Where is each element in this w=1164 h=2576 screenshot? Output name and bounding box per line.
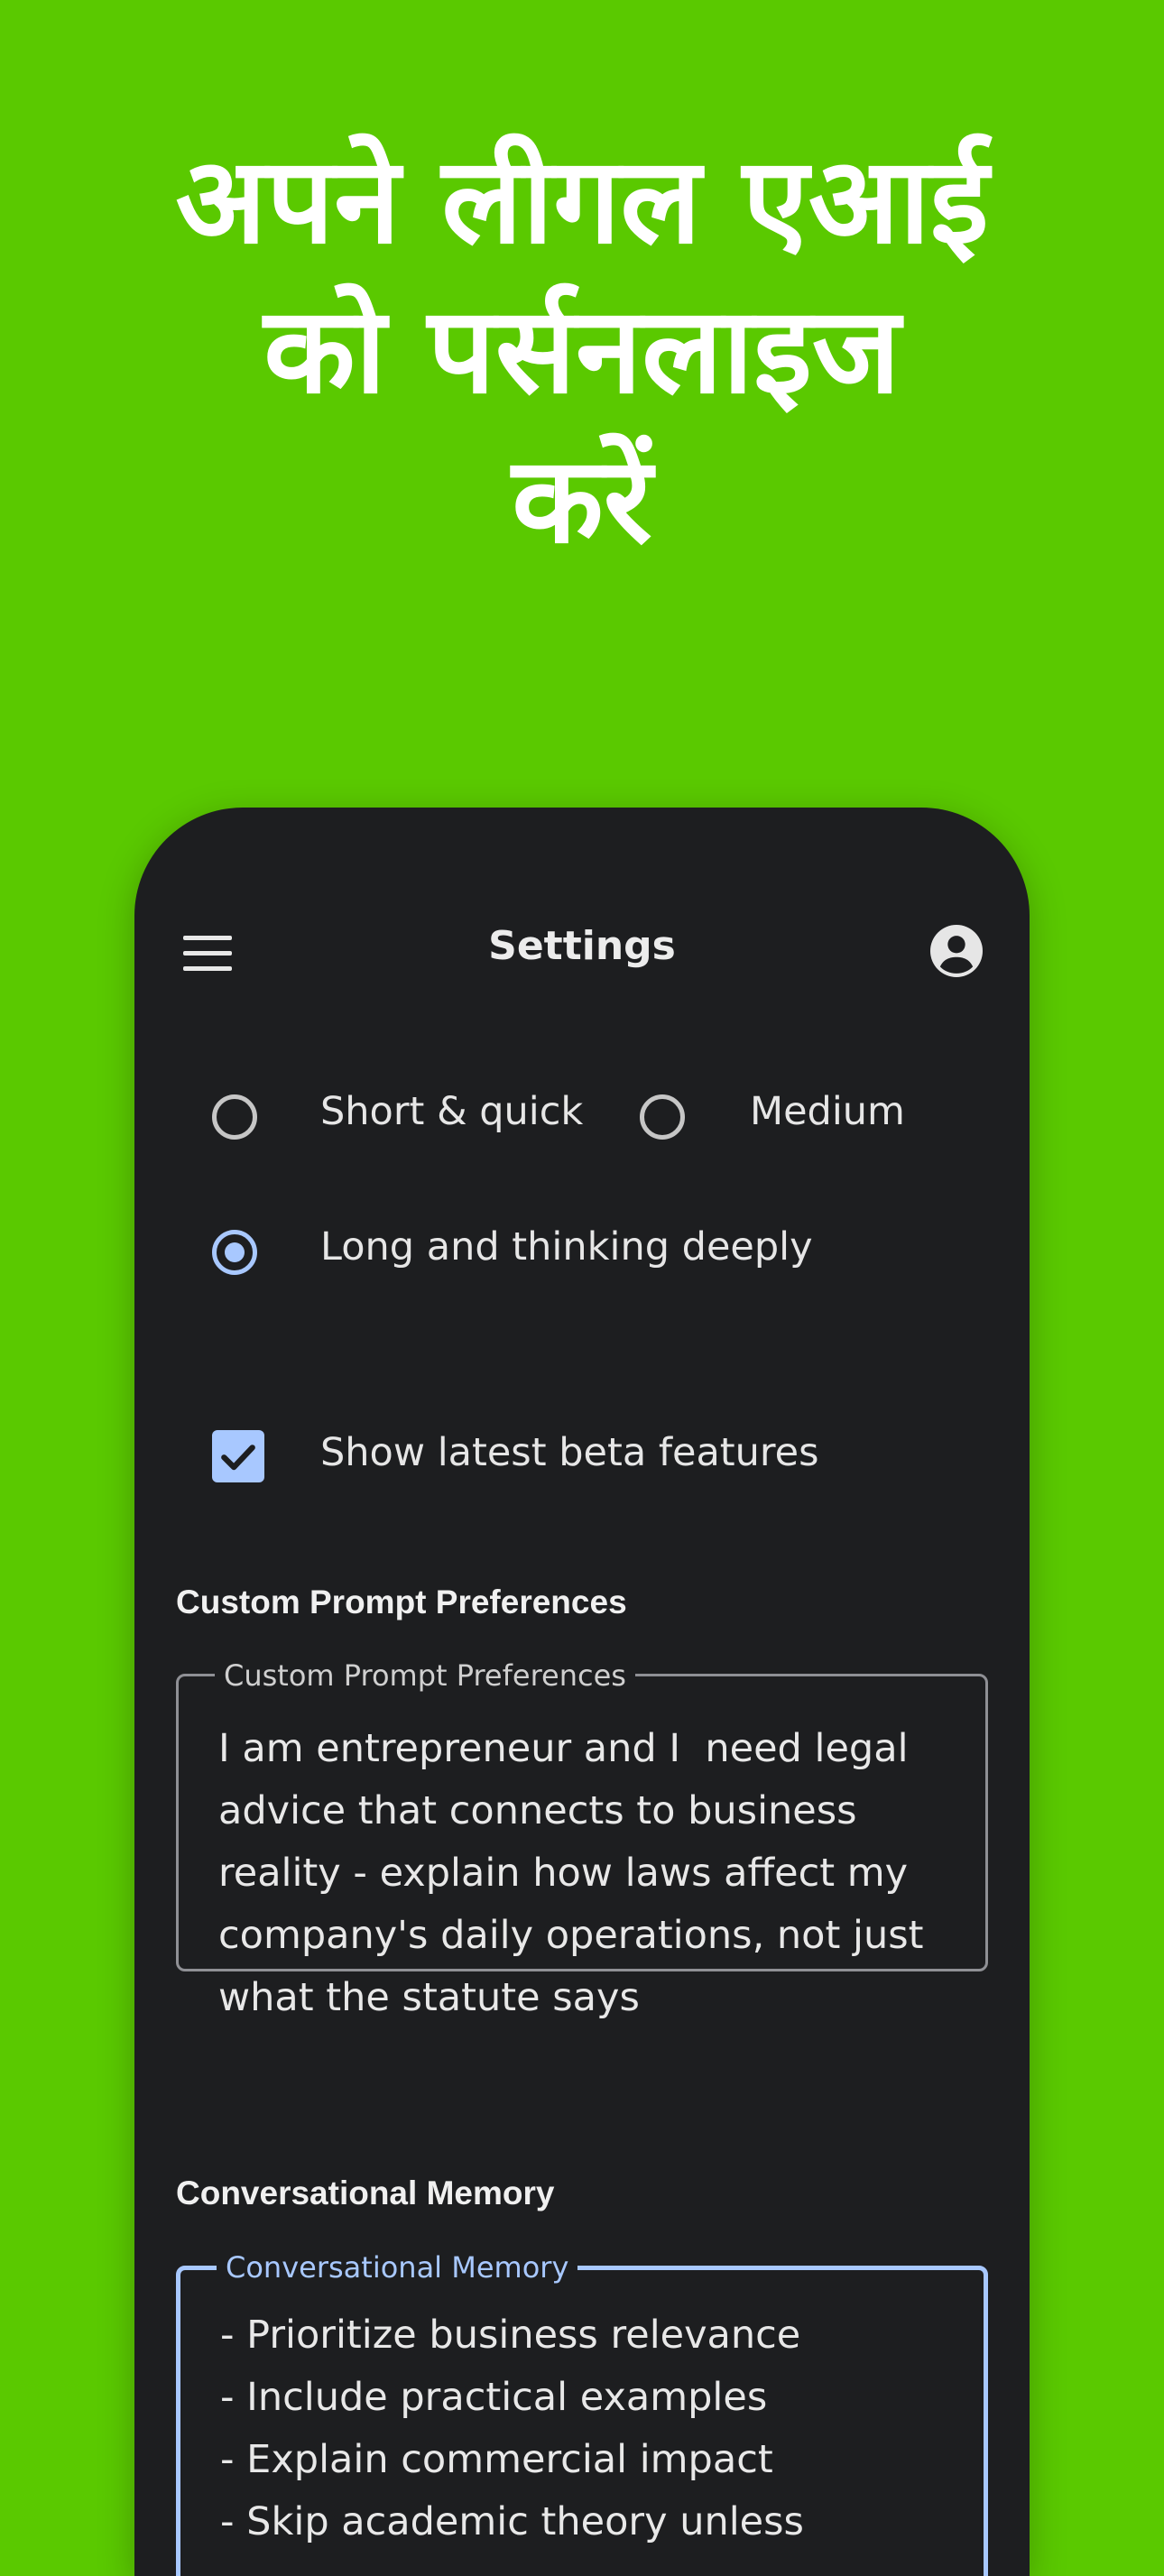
radio-label-medium: Medium xyxy=(750,1089,905,1134)
headline-line-1: अपने लीगल एआई xyxy=(175,132,989,271)
radio-option-short[interactable]: Short & quick xyxy=(134,1087,712,1159)
memory-section-title: Conversational Memory xyxy=(176,2174,555,2211)
app-bar: Settings xyxy=(134,808,1030,1096)
phone-screen: Settings Short & quick Medium Long and t… xyxy=(134,808,1030,2576)
custom-prompt-input[interactable]: I am entrepreneur and I need legal advic… xyxy=(218,1718,949,2029)
radio-button-short[interactable] xyxy=(212,1094,257,1140)
headline-line-2: को पर्सनलाइज xyxy=(263,282,901,420)
headline: अपने लीगल एआई को पर्सनलाइज करें xyxy=(0,126,1164,576)
custom-prompt-field-label: Custom Prompt Preferences xyxy=(215,1658,635,1693)
memory-field[interactable]: Conversational Memory - Prioritize busin… xyxy=(176,2250,988,2576)
memory-field-label: Conversational Memory xyxy=(217,2250,578,2285)
beta-features-label[interactable]: Show latest beta features xyxy=(320,1430,819,1475)
beta-features-checkbox[interactable] xyxy=(212,1430,264,1482)
memory-input[interactable]: - Prioritize business relevance - Includ… xyxy=(220,2304,951,2553)
radio-button-medium[interactable] xyxy=(640,1094,685,1140)
checkmark-icon xyxy=(221,1445,255,1471)
radio-option-long[interactable]: Long and thinking deeply xyxy=(134,1223,947,1295)
headline-line-3: करें xyxy=(512,431,652,570)
custom-prompt-field[interactable]: Custom Prompt Preferences I am entrepren… xyxy=(176,1658,988,2020)
custom-prompt-section-title: Custom Prompt Preferences xyxy=(176,1583,627,1620)
radio-label-long: Long and thinking deeply xyxy=(320,1224,813,1270)
radio-label-short: Short & quick xyxy=(320,1089,584,1134)
account-circle-icon[interactable] xyxy=(930,925,983,977)
radio-button-long[interactable] xyxy=(212,1230,257,1275)
radio-option-medium[interactable]: Medium xyxy=(640,1087,1019,1159)
page-title: Settings xyxy=(488,923,676,969)
